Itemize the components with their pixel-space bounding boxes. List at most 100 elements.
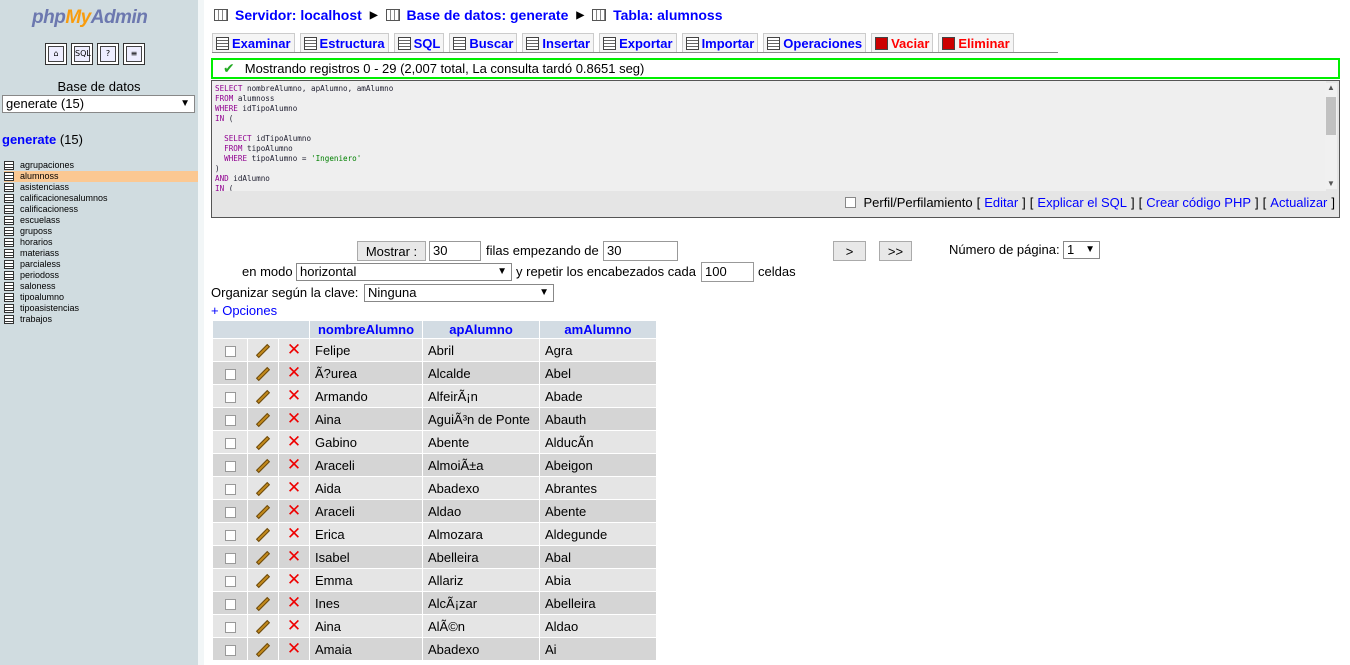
cell-nombreAlumno[interactable]: Araceli — [310, 454, 422, 476]
breadcrumb-database[interactable]: Base de datos: generate — [407, 7, 569, 23]
table-icon[interactable] — [4, 293, 14, 302]
cell-amAlumno[interactable]: Aldao — [540, 615, 656, 637]
row-checkbox[interactable] — [224, 345, 236, 357]
row-checkbox[interactable] — [224, 368, 236, 380]
table-icon[interactable] — [4, 194, 14, 203]
table-icon[interactable] — [4, 161, 14, 170]
cell-nombreAlumno[interactable]: Aida — [310, 477, 422, 499]
tab-eliminar[interactable]: Eliminar — [938, 33, 1014, 53]
cell-apAlumno[interactable]: AlÃ©n — [423, 615, 539, 637]
tab-importar[interactable]: Importar — [681, 33, 759, 53]
delete-x-icon[interactable]: ✕ — [287, 616, 301, 636]
sidebar-table-item[interactable]: calificacioness — [4, 204, 198, 215]
sidebar-table-item[interactable]: tipoalumno — [4, 292, 198, 303]
edit-pencil-icon[interactable] — [255, 504, 271, 520]
database-select[interactable]: generate (15) ▼ — [2, 95, 195, 113]
repeat-headers-input[interactable]: 100 — [701, 262, 754, 282]
cell-nombreAlumno[interactable]: Emma — [310, 569, 422, 591]
refresh-link[interactable]: Actualizar — [1270, 195, 1327, 210]
cell-nombreAlumno[interactable]: Araceli — [310, 500, 422, 522]
table-icon[interactable] — [4, 216, 14, 225]
scroll-thumb[interactable] — [1326, 97, 1336, 135]
cell-nombreAlumno[interactable]: Isabel — [310, 546, 422, 568]
cell-nombreAlumno[interactable]: Amaia — [310, 638, 422, 660]
sql-query-icon[interactable]: SQL — [71, 43, 93, 65]
column-header-amAlumno[interactable]: amAlumno — [540, 321, 656, 338]
delete-x-icon[interactable]: ✕ — [287, 547, 301, 567]
cell-amAlumno[interactable]: Abade — [540, 385, 656, 407]
row-checkbox[interactable] — [224, 529, 236, 541]
scroll-up-icon[interactable]: ▲ — [1325, 83, 1337, 93]
column-header-nombreAlumno[interactable]: nombreAlumno — [310, 321, 422, 338]
cell-nombreAlumno[interactable]: Felipe — [310, 339, 422, 361]
edit-pencil-icon[interactable] — [255, 573, 271, 589]
sidebar-table-item[interactable]: gruposs — [4, 226, 198, 237]
cell-apAlumno[interactable]: AlmoiÃ±a — [423, 454, 539, 476]
edit-pencil-icon[interactable] — [255, 435, 271, 451]
cell-nombreAlumno[interactable]: Ã?urea — [310, 362, 422, 384]
edit-pencil-icon[interactable] — [255, 458, 271, 474]
sidebar-table-item[interactable]: tipoasistencias — [4, 303, 198, 314]
cell-apAlumno[interactable]: AlfeirÃ¡n — [423, 385, 539, 407]
cell-apAlumno[interactable]: Aldao — [423, 500, 539, 522]
tab-estructura[interactable]: Estructura — [299, 33, 389, 53]
cell-amAlumno[interactable]: Abrantes — [540, 477, 656, 499]
table-icon[interactable] — [4, 227, 14, 236]
cell-apAlumno[interactable]: Abril — [423, 339, 539, 361]
breadcrumb-server[interactable]: Servidor: localhost — [235, 7, 362, 23]
sidebar-table-item[interactable]: escuelass — [4, 215, 198, 226]
cell-amAlumno[interactable]: Abelleira — [540, 592, 656, 614]
mode-select[interactable]: horizontal ▼ — [296, 263, 512, 281]
table-icon[interactable] — [4, 315, 14, 324]
delete-x-icon[interactable]: ✕ — [287, 386, 301, 406]
cell-amAlumno[interactable]: Ai — [540, 638, 656, 660]
php-code-link[interactable]: Crear código PHP — [1146, 195, 1251, 210]
cell-apAlumno[interactable]: Abadexo — [423, 477, 539, 499]
table-icon[interactable] — [4, 183, 14, 192]
edit-pencil-icon[interactable] — [255, 481, 271, 497]
delete-x-icon[interactable]: ✕ — [287, 363, 301, 383]
row-checkbox[interactable] — [224, 483, 236, 495]
row-checkbox[interactable] — [224, 391, 236, 403]
cell-amAlumno[interactable]: Aldegunde — [540, 523, 656, 545]
sidebar-table-item[interactable]: materiass — [4, 248, 198, 259]
cell-apAlumno[interactable]: AguiÃ³n de Ponte — [423, 408, 539, 430]
cell-apAlumno[interactable]: Abente — [423, 431, 539, 453]
row-checkbox[interactable] — [224, 414, 236, 426]
row-checkbox[interactable] — [224, 460, 236, 472]
tab-operaciones[interactable]: Operaciones — [763, 33, 867, 53]
table-icon[interactable] — [4, 238, 14, 247]
home-icon[interactable]: ⌂ — [45, 43, 67, 65]
sql-scrollbar[interactable]: ▲ ▼ — [1325, 83, 1337, 189]
edit-pencil-icon[interactable] — [255, 527, 271, 543]
table-icon[interactable] — [4, 205, 14, 214]
delete-x-icon[interactable]: ✕ — [287, 455, 301, 475]
table-icon[interactable] — [4, 282, 14, 291]
explain-link[interactable]: Explicar el SQL — [1037, 195, 1127, 210]
edit-pencil-icon[interactable] — [255, 389, 271, 405]
cell-amAlumno[interactable]: Agra — [540, 339, 656, 361]
row-checkbox[interactable] — [224, 506, 236, 518]
delete-x-icon[interactable]: ✕ — [287, 432, 301, 452]
row-checkbox[interactable] — [224, 437, 236, 449]
cell-amAlumno[interactable]: Abeigon — [540, 454, 656, 476]
cell-apAlumno[interactable]: Almozara — [423, 523, 539, 545]
table-icon[interactable] — [4, 260, 14, 269]
edit-link[interactable]: Editar — [984, 195, 1018, 210]
sql-query-text[interactable]: SELECT nombreAlumno, apAlumno, amAlumno … — [212, 81, 1326, 191]
row-checkbox[interactable] — [224, 598, 236, 610]
cell-amAlumno[interactable]: Abal — [540, 546, 656, 568]
cell-apAlumno[interactable]: Abelleira — [423, 546, 539, 568]
edit-pencil-icon[interactable] — [255, 412, 271, 428]
row-checkbox[interactable] — [224, 644, 236, 656]
tab-exportar[interactable]: Exportar — [599, 33, 677, 53]
cell-nombreAlumno[interactable]: Aina — [310, 615, 422, 637]
cell-apAlumno[interactable]: AlcÃ¡zar — [423, 592, 539, 614]
table-icon[interactable] — [4, 304, 14, 313]
delete-x-icon[interactable]: ✕ — [287, 570, 301, 590]
sidebar-table-item[interactable]: periodoss — [4, 270, 198, 281]
edit-pencil-icon[interactable] — [255, 619, 271, 635]
cell-amAlumno[interactable]: Abauth — [540, 408, 656, 430]
phpmyadmin-logo[interactable]: phpMyAdmin — [32, 7, 166, 33]
page-number-select[interactable]: 1 ▼ — [1063, 241, 1100, 259]
